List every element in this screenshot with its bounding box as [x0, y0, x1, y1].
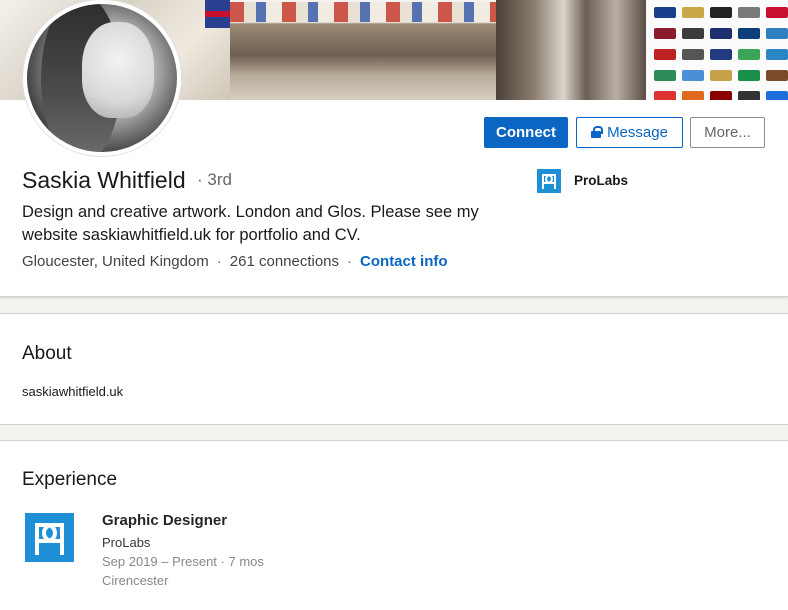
lock-icon — [591, 126, 604, 138]
message-button[interactable]: Message — [576, 117, 683, 148]
client-logos-collage — [654, 4, 788, 100]
experience-dates: Sep 2019 – Present · 7 mos — [102, 554, 264, 569]
about-text: saskiawhitfield.uk — [22, 384, 124, 399]
experience-job-title[interactable]: Graphic Designer — [102, 512, 227, 529]
profile-name: Saskia Whitfield — [22, 167, 186, 193]
profile-top-card: Connect Message More... Saskia Whitfield… — [0, 0, 788, 297]
profile-avatar[interactable] — [23, 0, 181, 156]
more-button[interactable]: More... — [690, 117, 765, 148]
connections-count[interactable]: 261 connections — [230, 253, 339, 270]
experience-heading: Experience — [22, 469, 118, 490]
message-button-label: Message — [607, 124, 668, 141]
connect-button[interactable]: Connect — [484, 117, 568, 148]
experience-company: ProLabs — [102, 535, 151, 550]
connection-degree: · 3rd — [197, 170, 232, 189]
prolabs-logo-icon[interactable] — [537, 169, 561, 193]
experience-section: Experience Graphic Designer ProLabs Sep … — [0, 440, 788, 610]
experience-location: Cirencester — [102, 573, 169, 588]
profile-meta: Gloucester, United Kingdom · 261 connectio… — [22, 253, 448, 270]
profile-headline: Design and creative artwork. London and … — [22, 203, 479, 244]
about-section: About saskiawhitfield.uk — [0, 313, 788, 425]
about-heading: About — [22, 343, 72, 364]
prolabs-company-logo-icon[interactable] — [25, 513, 74, 562]
contact-info-link[interactable]: Contact info — [360, 253, 448, 270]
profile-location: Gloucester, United Kingdom — [22, 253, 209, 270]
current-company-link[interactable]: ProLabs — [574, 173, 628, 188]
